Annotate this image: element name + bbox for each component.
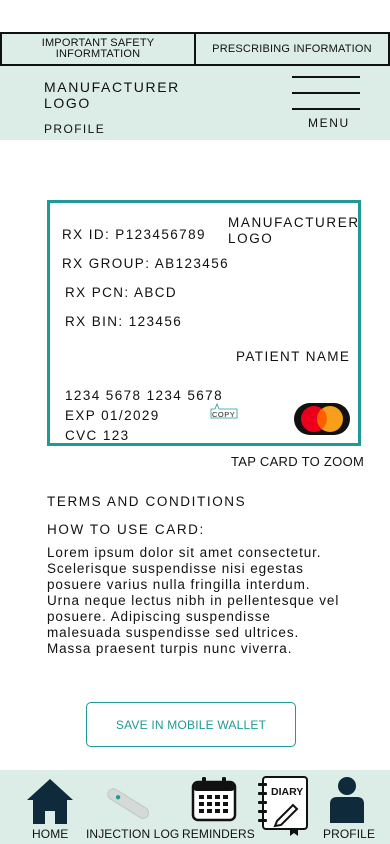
card-logo-line2: LOGO — [228, 231, 274, 246]
terms-and-conditions-title: TERMS AND CONDITIONS — [47, 494, 247, 509]
rx-pcn: RX PCN: ABCD — [65, 285, 178, 300]
nav-injection-log[interactable]: INJECTION LOG — [85, 770, 179, 844]
tap-card-to-zoom-link[interactable]: TAP CARD TO ZOOM — [231, 454, 364, 469]
rx-bin: RX BIN: 123456 — [65, 314, 183, 329]
profile-link[interactable]: PROFILE — [44, 122, 105, 136]
calendar-icon — [191, 777, 237, 822]
how-to-use-card-title: HOW TO USE CARD: — [47, 522, 205, 537]
card-number: 1234 5678 1234 5678 — [65, 388, 223, 403]
home-icon — [27, 779, 73, 824]
prescribing-info-button[interactable]: PRESCRIBING INFORMATION — [196, 32, 390, 66]
card-expiry: EXP 01/2029 — [65, 408, 160, 423]
save-in-mobile-wallet-button[interactable]: SAVE IN MOBILE WALLET — [86, 702, 296, 747]
copy-label: COPY — [212, 410, 236, 419]
nav-injection-log-label: INJECTION LOG — [86, 827, 180, 841]
diary-icon-text: DIARY — [271, 786, 303, 798]
injection-pen-icon — [107, 788, 150, 819]
card-logo-line1: MANUFACTURER — [228, 215, 360, 230]
savings-card[interactable]: RX ID: P123456789 RX GROUP: AB123456 RX … — [47, 200, 361, 446]
nav-home-label: HOME — [32, 827, 69, 841]
nav-profile[interactable]: PROFILE — [318, 770, 378, 844]
nav-profile-label: PROFILE — [323, 827, 376, 841]
logo-line2: LOGO — [44, 95, 91, 111]
nav-home[interactable]: HOME — [25, 770, 80, 844]
rx-group: RX GROUP: AB123456 — [62, 256, 230, 271]
bottom-nav: HOME INJECTION LOG REMINDERS DIARY PROFI… — [0, 770, 390, 844]
top-info-bar: IMPORTANT SAFETY INFORMTATION PRESCRIBIN… — [0, 32, 390, 66]
copy-icon[interactable]: COPY — [210, 402, 240, 419]
card-cvc: CVC 123 — [65, 428, 130, 443]
menu-label[interactable]: MENU — [308, 116, 350, 130]
terms-body-text: Lorem ipsum dolor sit amet consectetur. … — [47, 545, 340, 656]
hamburger-menu-icon[interactable] — [292, 76, 360, 112]
nav-reminders-label: REMINDERS — [182, 827, 255, 841]
nav-diary[interactable]: DIARY — [255, 770, 315, 844]
mastercard-logo-icon — [294, 403, 350, 435]
patient-name: PATIENT NAME — [236, 349, 351, 364]
prescribing-label: PRESCRIBING INFORMATION — [212, 42, 372, 55]
person-icon — [330, 777, 364, 823]
app-header: MANUFACTURER LOGO PROFILE MENU — [0, 66, 390, 140]
safety-label-line2: INFORMTATION — [55, 48, 141, 60]
manufacturer-logo: MANUFACTURER LOGO — [44, 79, 204, 111]
card-manufacturer-logo: MANUFACTURER LOGO — [228, 215, 358, 247]
rx-id: RX ID: P123456789 — [62, 227, 206, 242]
logo-line1: MANUFACTURER — [44, 79, 180, 95]
important-safety-info-button[interactable]: IMPORTANT SAFETY INFORMTATION — [0, 32, 196, 66]
diary-icon: DIARY — [258, 776, 308, 836]
nav-reminders[interactable]: REMINDERS — [180, 770, 255, 844]
